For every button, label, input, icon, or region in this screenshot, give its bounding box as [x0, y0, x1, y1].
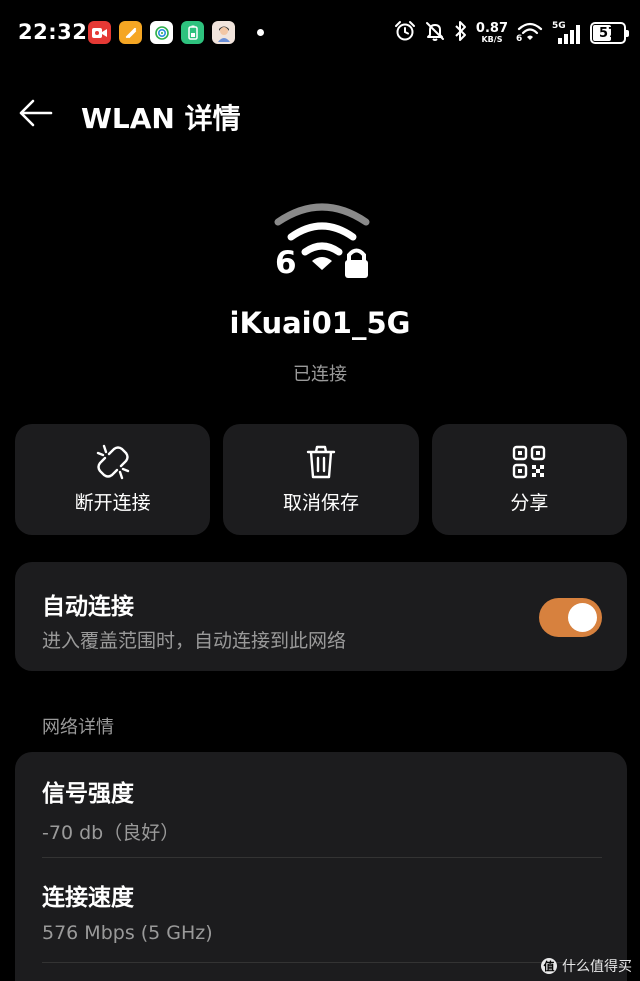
network-speed: 0.87 KB/S	[476, 22, 508, 44]
watermark: 值 什么值得买	[541, 956, 632, 976]
network-speed-unit: KB/S	[481, 35, 503, 44]
watermark-logo: 值	[541, 958, 557, 974]
battery-app-icon	[181, 21, 204, 44]
avatar-app-icon	[212, 21, 235, 44]
disconnect-button[interactable]: 断开连接	[15, 424, 211, 535]
wifi6-icon: 6	[516, 20, 544, 46]
share-button[interactable]: 分享	[431, 424, 627, 535]
alarm-icon	[394, 20, 416, 46]
forget-network-button[interactable]: 取消保存	[223, 424, 419, 535]
battery-level: 57	[598, 25, 618, 41]
auto-connect-description: 进入覆盖范围时，自动连接到此网络	[42, 630, 347, 652]
notification-icons	[88, 21, 264, 44]
share-label: 分享	[510, 492, 549, 514]
wifi6-lock-icon: 6	[270, 198, 374, 284]
auto-connect-title: 自动连接	[42, 594, 134, 620]
link-speed-label: 连接速度	[42, 885, 134, 911]
back-button[interactable]	[14, 92, 56, 134]
row-divider	[42, 857, 602, 858]
battery-indicator: 57	[590, 22, 629, 44]
app-bar: WLAN 详情	[0, 80, 640, 146]
action-buttons: 断开连接 取消保存 分享	[15, 424, 627, 535]
watermark-text: 什么值得买	[562, 959, 632, 975]
wifi-generation-label: 6	[275, 245, 297, 281]
forget-network-label: 取消保存	[282, 492, 359, 514]
status-bar: 22:32 0.87 KB/S 6 5G 57	[0, 0, 640, 66]
fingerprint-app-icon	[150, 21, 173, 44]
auto-connect-toggle[interactable]	[539, 598, 602, 637]
disconnect-label: 断开连接	[74, 492, 151, 514]
link-speed-value: 576 Mbps (5 GHz)	[42, 922, 213, 944]
network-details-section-label: 网络详情	[42, 717, 114, 738]
svg-text:6: 6	[516, 34, 522, 42]
more-notifications-dot	[257, 29, 264, 36]
network-ssid: iKuai01_5G	[229, 306, 411, 340]
signal-strength-value: -70 db（良好）	[42, 822, 180, 844]
system-status-icons: 0.87 KB/S 6 5G 57	[394, 18, 629, 48]
cell-signal-icon: 5G	[552, 21, 582, 45]
trash-icon	[303, 444, 339, 480]
network-details-card: 信号强度 -70 db（良好） 连接速度 576 Mbps (5 GHz)	[15, 752, 627, 981]
signal-strength-row: 信号强度 -70 db（良好）	[42, 774, 602, 845]
link-speed-row: 连接速度 576 Mbps (5 GHz)	[42, 878, 602, 944]
row-divider	[42, 962, 602, 963]
network-speed-value: 0.87	[475, 21, 508, 36]
orange-app-icon	[119, 21, 142, 44]
page-title: WLAN 详情	[81, 102, 241, 135]
signal-strength-label: 信号强度	[42, 781, 134, 807]
mute-icon	[424, 20, 446, 46]
connection-status: 已连接	[293, 364, 347, 385]
wlan-detail-screen: 22:32 0.87 KB/S 6 5G 57 WLAN 详情 6 iKuai0…	[0, 0, 640, 981]
auto-connect-card: 自动连接 进入覆盖范围时，自动连接到此网络	[15, 562, 627, 671]
status-time: 22:32	[18, 20, 88, 44]
qr-code-icon	[511, 444, 547, 480]
toggle-knob	[568, 603, 597, 632]
video-recorder-app-icon	[88, 21, 111, 44]
arrow-left-icon	[19, 99, 53, 127]
unlink-icon	[95, 444, 131, 480]
bluetooth-icon	[454, 20, 468, 46]
